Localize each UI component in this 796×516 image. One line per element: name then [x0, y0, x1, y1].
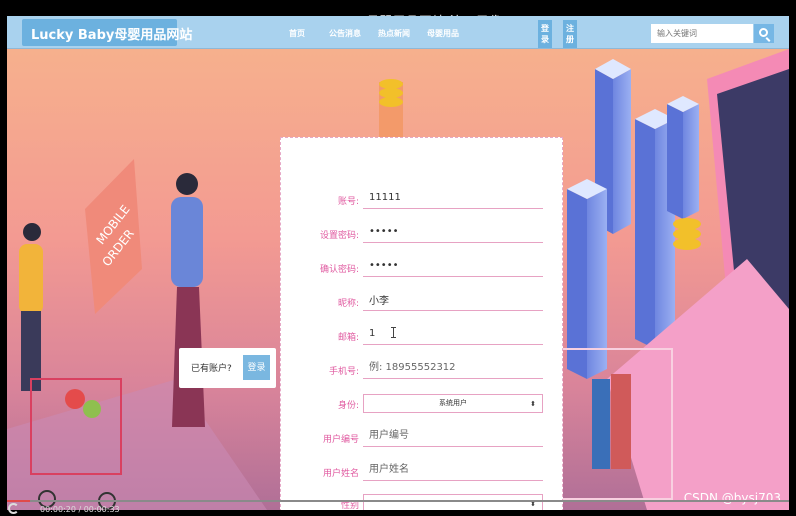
form-row-user-id: 用户编号 [281, 424, 564, 448]
web-page: MOBILE ORDER Lucky Baby母婴用品网站 首页 公告消息 热点… [7, 16, 789, 510]
password-input[interactable] [363, 221, 543, 243]
nav-notices[interactable]: 公告消息 [329, 28, 361, 39]
search-button[interactable] [754, 24, 774, 43]
phone-label: 手机号: [328, 367, 359, 377]
video-progress-fill [7, 500, 31, 502]
confirm-password-input[interactable] [363, 255, 543, 277]
account-label: 账号: [337, 197, 359, 207]
form-row-password: 设置密码: [281, 220, 564, 244]
video-timecode: 00:00:20 / 00:00:33 [40, 505, 120, 514]
select-arrows-icon: ⬍ [530, 500, 536, 508]
email-input[interactable] [363, 323, 543, 345]
user-id-label: 用户编号 [322, 435, 359, 445]
gender-select[interactable]: ⬍ [363, 494, 543, 510]
logo-box[interactable]: Lucky Baby母婴用品网站 [22, 19, 192, 46]
video-frame: PHP Lucky Baby母婴用品网站 演示录像.mp4 MOBILE ORD… [0, 0, 796, 516]
watermark: CSDN @bysj703 [683, 491, 781, 505]
nav-hot-news[interactable]: 热点新闻 [378, 28, 410, 39]
login-prompt-text: 已有账户? [191, 364, 232, 374]
user-name-label: 用户姓名 [322, 469, 359, 479]
nav-baby-products[interactable]: 母婴用品 [427, 28, 459, 39]
form-row-role: 身份: 系统用户 ⬍ [281, 390, 564, 414]
replay-icon[interactable] [8, 503, 19, 514]
form-row-confirm-password: 确认密码: [281, 254, 564, 278]
password-label: 设置密码: [319, 231, 359, 241]
form-row-user-name: 用户姓名 [281, 458, 564, 482]
role-label: 身份: [337, 401, 359, 411]
login-prompt: 已有账户? 登录 [179, 348, 276, 388]
form-row-phone: 手机号: [281, 356, 564, 380]
select-arrows-icon: ⬍ [530, 400, 536, 408]
account-input[interactable] [363, 187, 543, 209]
form-row-account: 账号: [281, 186, 564, 210]
user-id-input[interactable] [363, 425, 543, 447]
header-login-button[interactable]: 登录 [538, 20, 552, 48]
register-form: 账号: 设置密码: 确认密码: 昵称: 邮箱: 手机号: [280, 137, 563, 510]
role-select-value: 系统用户 [439, 399, 467, 407]
form-row-email: 邮箱: [281, 322, 564, 346]
video-progress-bar[interactable] [7, 500, 789, 502]
role-select[interactable]: 系统用户 ⬍ [363, 394, 543, 413]
form-row-nickname: 昵称: [281, 288, 564, 312]
site-logo: Lucky Baby母婴用品网站 [31, 28, 193, 43]
search-icon [759, 28, 768, 37]
nav-home[interactable]: 首页 [289, 28, 305, 39]
confirm-password-label: 确认密码: [319, 265, 359, 275]
search-input[interactable] [651, 24, 753, 43]
top-navbar: Lucky Baby母婴用品网站 首页 公告消息 热点新闻 母婴用品 登录 注册 [7, 16, 789, 49]
text-cursor-icon [391, 327, 398, 338]
nickname-label: 昵称: [337, 299, 359, 309]
header-register-button[interactable]: 注册 [563, 20, 577, 48]
email-label: 邮箱: [337, 333, 359, 343]
user-name-input[interactable] [363, 459, 543, 481]
login-button[interactable]: 登录 [243, 355, 270, 380]
phone-input[interactable] [363, 357, 543, 379]
nickname-input[interactable] [363, 289, 543, 311]
